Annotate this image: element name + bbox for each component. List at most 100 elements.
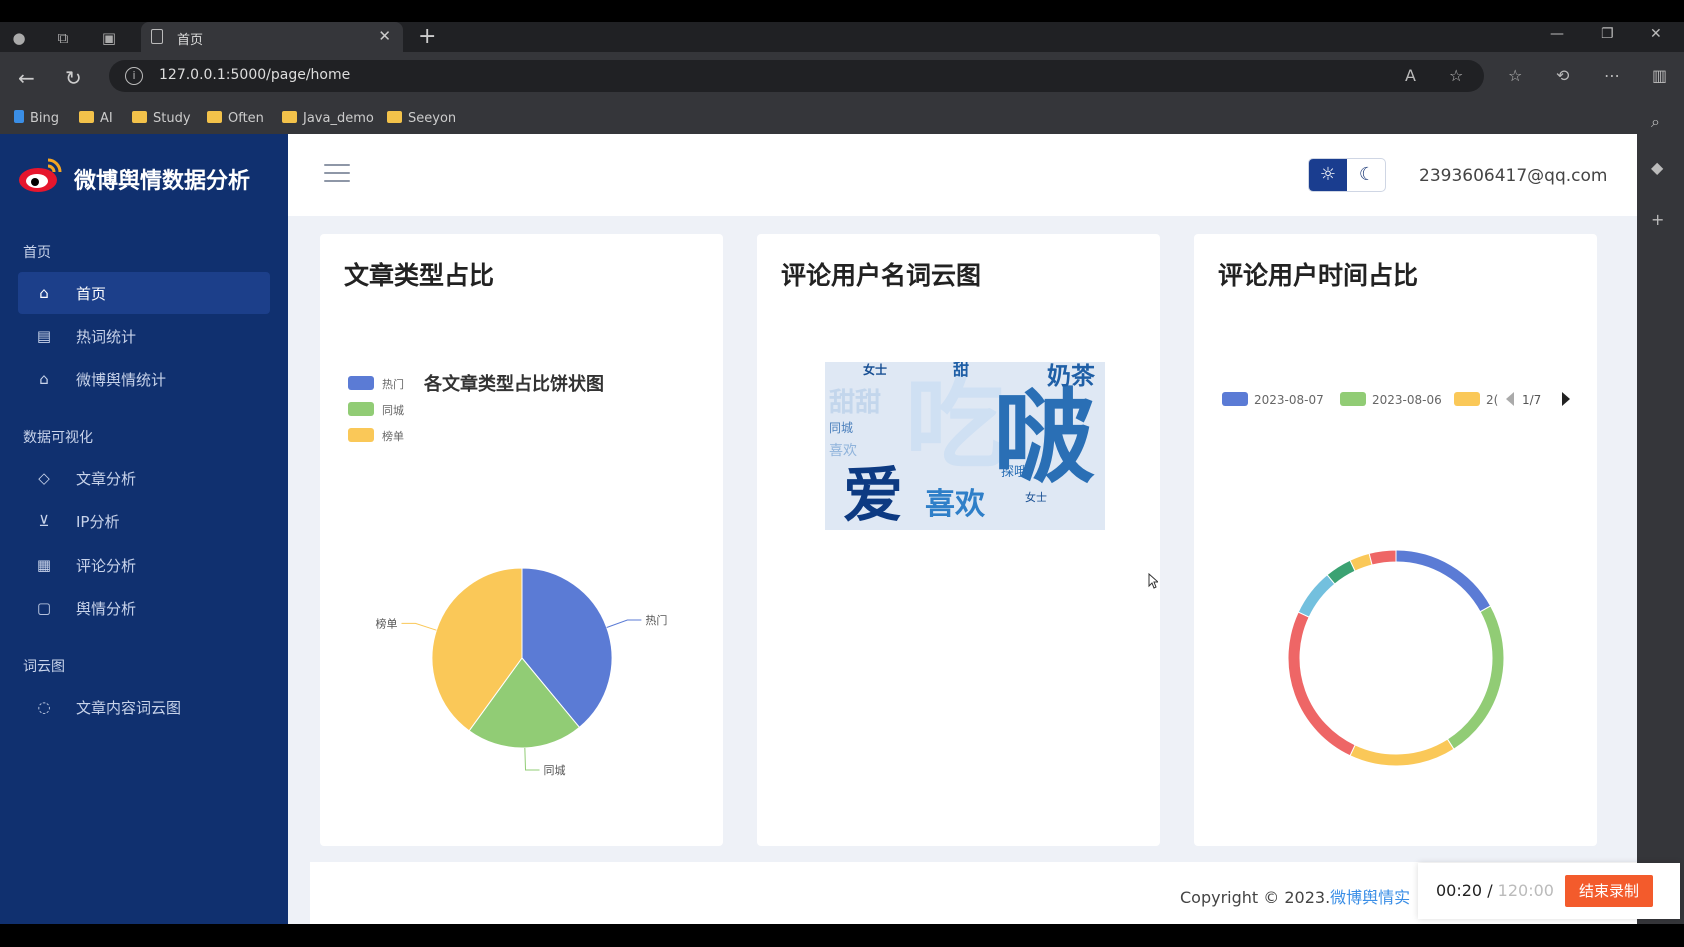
total-time: 120:00 (1497, 881, 1554, 900)
bookmark-bing[interactable]: Bing (14, 110, 59, 128)
legend-item[interactable]: 热门 (348, 376, 404, 391)
wordcloud-word: 爱 (843, 461, 903, 530)
close-tab-icon[interactable]: ✕ (378, 27, 391, 45)
sidebar-item-comment-analysis[interactable]: ▦ 评论分析 (18, 544, 270, 586)
restore-icon[interactable]: ❐ (1601, 26, 1614, 42)
pie-label-line (606, 619, 642, 628)
legend-item[interactable]: 2( (1454, 392, 1498, 407)
sidebar-item-article-wordcloud[interactable]: ◌ 文章内容词云图 (18, 686, 270, 728)
user-email[interactable]: 2393606417@qq.com (1419, 166, 1607, 186)
footer-link[interactable]: 微博舆情实 (1330, 888, 1410, 907)
legend-prev-icon[interactable] (1506, 392, 1514, 406)
wordcloud-word: 甜 (953, 362, 970, 379)
bookmark-often[interactable]: Often (207, 110, 264, 128)
recorder-time: 00:20 / 120:00 (1436, 881, 1554, 900)
legend-label: 榜单 (382, 429, 404, 443)
legend-label: 热门 (382, 377, 404, 391)
sidebar-item-label: 文章分析 (76, 470, 137, 488)
theme-switch[interactable]: ☼ ☾ (1308, 158, 1386, 192)
legend-item[interactable]: 2023-08-06 (1340, 392, 1442, 407)
bookmark-java-demo[interactable]: Java_demo (282, 110, 374, 128)
reload-icon[interactable]: ↻ (65, 66, 82, 90)
pie-slice[interactable] (1349, 552, 1373, 572)
page-icon (151, 29, 163, 44)
pie-label-line (524, 747, 540, 771)
sidebar-item-hotwords[interactable]: ▤ 热词统计 (18, 315, 270, 357)
sidebar-item-label: 文章内容词云图 (76, 699, 182, 717)
address-bar[interactable]: i 127.0.0.1:5000/page/home A ☆ (109, 60, 1484, 92)
browser-tab-bar: ● ⧉ ▣ 首页 ✕ + — ❐ ✕ (0, 22, 1684, 52)
sidebar-item-article-analysis[interactable]: ◇ 文章分析 (18, 457, 270, 499)
close-window-icon[interactable]: ✕ (1650, 26, 1662, 42)
donut-slices (1287, 549, 1505, 767)
legend-swatch (1340, 392, 1366, 406)
pie-slice[interactable] (1326, 559, 1356, 585)
more-icon[interactable]: ⋯ (1604, 66, 1620, 85)
sidebar-item-home[interactable]: ⌂ 首页 (18, 272, 270, 314)
workspaces-icon[interactable]: ⧉ (52, 27, 74, 49)
pie-slices (431, 567, 613, 749)
pie-label: 榜单 (375, 616, 397, 630)
cart-icon: ⊻ (38, 512, 50, 530)
profile-icon[interactable]: ● (8, 27, 30, 49)
donut-legend: 2023-08-07 2023-08-06 2( 1/7 (1222, 392, 1570, 407)
sidebar-item-ip-analysis[interactable]: ⊻ IP分析 (18, 500, 270, 542)
history-icon[interactable]: ⟲ (1556, 66, 1569, 85)
search-icon[interactable]: ⌕ (1651, 112, 1660, 132)
sun-icon[interactable]: ☼ (1309, 159, 1347, 191)
sidebar: 微博舆情数据分析 首页 ⌂ 首页 ▤ 热词统计 ⌂ 微博舆情统计 数据可视化 ◇… (0, 134, 288, 924)
pie-slice[interactable] (1297, 574, 1336, 618)
bookmark-ai[interactable]: AI (79, 110, 113, 128)
pie-slice[interactable] (1395, 549, 1492, 613)
pie-slice[interactable] (1368, 549, 1397, 566)
bookmark-study[interactable]: Study (132, 110, 191, 128)
folder-icon (132, 111, 147, 123)
legend-item[interactable]: 榜单 (348, 428, 404, 443)
moon-icon[interactable]: ☾ (1349, 159, 1385, 191)
copyright: Copyright © 2023.微博舆情实 (1180, 884, 1410, 908)
legend-item[interactable]: 同城 (348, 402, 404, 417)
chat-icon: ◌ (37, 698, 51, 716)
menu-toggle-icon[interactable] (324, 164, 350, 184)
wordcloud-word: 探哦 (1001, 465, 1028, 480)
add-icon[interactable]: + (1651, 210, 1664, 229)
sidebar-item-opinion-analysis[interactable]: ▢ 舆情分析 (18, 587, 270, 629)
legend-label: 2023-08-06 (1372, 393, 1442, 407)
sidebar-item-weibo-stats[interactable]: ⌂ 微博舆情统计 (18, 358, 270, 400)
new-tab-button[interactable]: + (418, 24, 436, 49)
copyright-text: Copyright © 2023. (1180, 888, 1331, 907)
read-aloud-icon[interactable]: A (1405, 66, 1416, 85)
wordcloud-word: 喜欢 (925, 487, 985, 522)
legend-swatch-hot (348, 376, 374, 390)
pie-slice[interactable] (1446, 605, 1505, 750)
stop-recording-button[interactable]: 结束录制 (1565, 875, 1653, 907)
bing-icon (14, 110, 24, 123)
minimize-icon[interactable]: — (1550, 26, 1564, 42)
browser-tab[interactable]: 首页 ✕ (141, 22, 403, 52)
bookmark-seeyon[interactable]: Seeyon (387, 110, 456, 128)
copilot-icon[interactable]: ◆ (1651, 158, 1663, 177)
web-page: 微博舆情数据分析 首页 ⌂ 首页 ▤ 热词统计 ⌂ 微博舆情统计 数据可视化 ◇… (0, 134, 1637, 924)
legend-item[interactable]: 2023-08-07 (1222, 392, 1324, 407)
back-icon[interactable]: ← (18, 66, 35, 90)
screen: ● ⧉ ▣ 首页 ✕ + — ❐ ✕ ← ↻ i 127.0.0.1:5000/… (0, 0, 1684, 947)
tab-actions-icon[interactable]: ▣ (98, 27, 120, 49)
browser-toolbar: ← ↻ i 127.0.0.1:5000/page/home A ☆ ☆ ⟲ ⋯… (0, 52, 1684, 104)
pie-slice[interactable] (1349, 738, 1455, 767)
table-icon: ▤ (36, 327, 52, 345)
favorite-star-icon[interactable]: ☆ (1449, 66, 1463, 85)
site-info-icon[interactable]: i (125, 67, 143, 85)
favorites-icon[interactable]: ☆ (1508, 66, 1522, 85)
time-separator: / (1482, 881, 1498, 900)
elapsed-time: 00:20 (1436, 881, 1483, 900)
legend-next-icon[interactable] (1562, 392, 1570, 406)
pie-slice[interactable] (1287, 611, 1356, 757)
pie-label: 同城 (544, 764, 566, 777)
sidebar-item-label: 舆情分析 (76, 600, 137, 618)
sidebar-section-visualization: 数据可视化 (23, 430, 93, 446)
folder-icon (79, 111, 94, 123)
bookmarks-bar: Bing AI Study Often Java_demo Seeyon (0, 104, 1684, 134)
legend-swatch-local (348, 402, 374, 416)
sidebar-toggle-icon[interactable]: ▥ (1652, 66, 1667, 85)
comment-time-card: 评论用户时间占比 2023-08-07 2023-08-06 2(1/7 (1194, 234, 1597, 846)
